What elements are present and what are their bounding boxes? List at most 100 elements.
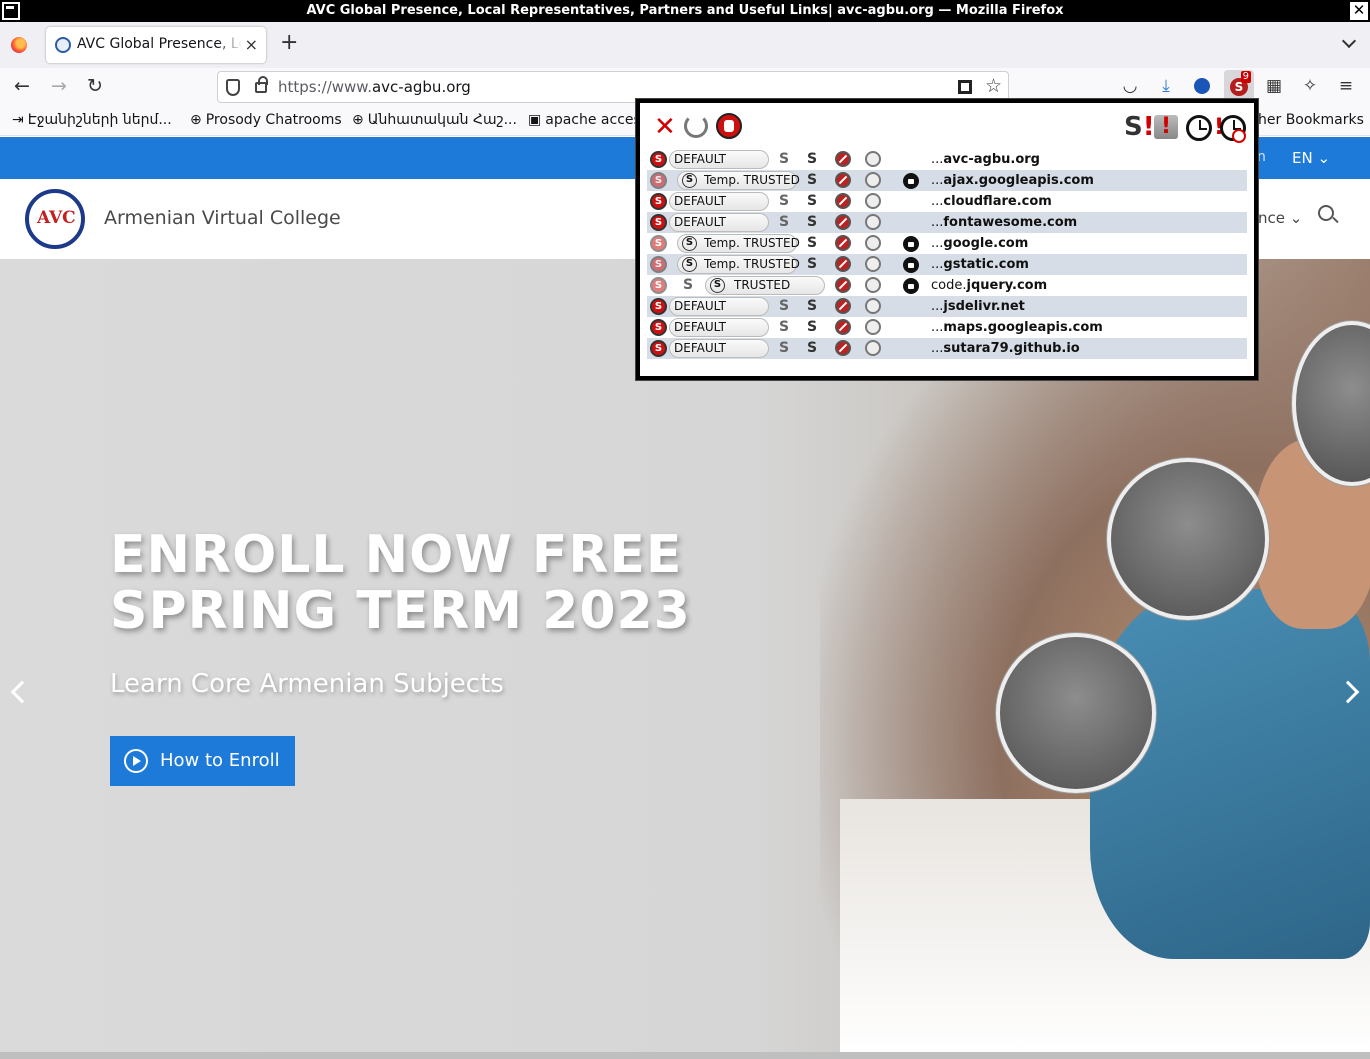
untrusted-preset-icon[interactable]: S	[650, 172, 667, 189]
temp-trusted-preset-icon[interactable]: S	[775, 297, 793, 315]
site-domain[interactable]: ...cloudflare.com	[931, 194, 1052, 209]
site-domain[interactable]: ...avc-agbu.org	[931, 152, 1040, 167]
noscript-toolbar-button[interactable]: S 9	[1224, 70, 1254, 102]
untrusted-preset-icon[interactable]: S	[650, 298, 667, 315]
trusted-preset-icon[interactable]: S	[803, 171, 821, 189]
forward-button[interactable]: →	[51, 76, 67, 96]
trusted-preset-icon[interactable]: S	[803, 192, 821, 210]
blocked-preset-icon[interactable]	[835, 340, 851, 356]
custom-preset-icon[interactable]	[865, 193, 881, 209]
custom-preset-icon[interactable]	[865, 319, 881, 335]
url-input[interactable]: https://www.avc-agbu.org	[278, 78, 471, 96]
list-all-tabs-icon[interactable]	[1341, 33, 1357, 49]
tab-close-icon[interactable]: ×	[245, 35, 258, 54]
preset-default-pill[interactable]: DEFAULT	[669, 318, 769, 337]
preset-default-pill[interactable]: DEFAULT	[669, 192, 769, 211]
disable-restrictions-globally-icon[interactable]: S!	[1124, 113, 1155, 141]
window-close-button[interactable]: ✕	[1350, 2, 1368, 20]
custom-preset-icon[interactable]	[865, 277, 881, 293]
blocked-preset-icon[interactable]	[835, 172, 851, 188]
preset-default-pill[interactable]: DEFAULT	[669, 297, 769, 316]
temp-trusted-preset-icon[interactable]: S	[775, 213, 793, 231]
blocked-preset-icon[interactable]	[835, 277, 851, 293]
blocked-preset-icon[interactable]	[835, 193, 851, 209]
other-bookmarks[interactable]: her Bookmarks	[1258, 112, 1364, 128]
site-domain[interactable]: ...fontawesome.com	[931, 215, 1077, 230]
trusted-preset-icon[interactable]: S	[803, 318, 821, 336]
trusted-preset-icon[interactable]: S	[803, 255, 821, 273]
app-menu-button[interactable]: ≡	[1336, 76, 1356, 96]
custom-preset-icon[interactable]	[865, 172, 881, 188]
back-button[interactable]: ←	[14, 76, 30, 96]
site-domain[interactable]: ...google.com	[931, 236, 1028, 251]
blocked-preset-icon[interactable]	[835, 235, 851, 251]
bookmark-apache[interactable]: ▣ apache access	[528, 112, 648, 128]
preset-default-pill[interactable]: DEFAULT	[669, 213, 769, 232]
horizontal-scrollbar[interactable]	[0, 1052, 1370, 1059]
trusted-preset-icon[interactable]: S	[803, 234, 821, 252]
qr-code-icon[interactable]	[958, 80, 972, 94]
temp-trusted-preset-icon[interactable]: S	[775, 318, 793, 336]
untrusted-preset-icon[interactable]: S	[650, 319, 667, 336]
tracking-protection-shield-icon[interactable]	[226, 79, 240, 96]
temp-trusted-preset-icon[interactable]: S	[775, 150, 793, 168]
preset-trusted-pill[interactable]: S TRUSTED	[705, 276, 825, 295]
trusted-preset-icon[interactable]: S	[803, 339, 821, 357]
untrusted-preset-icon[interactable]: S	[650, 277, 667, 294]
untrusted-preset-icon[interactable]: S	[650, 256, 667, 273]
new-tab-button[interactable]: +	[280, 32, 298, 54]
site-domain[interactable]: ...ajax.googleapis.com	[931, 173, 1094, 188]
reload-button[interactable]: ↻	[87, 76, 103, 96]
bookmark-personal[interactable]: ⊕ Անհատական Հաշ...	[352, 112, 517, 128]
site-domain[interactable]: code.jquery.com	[931, 278, 1047, 293]
window-menu-button[interactable]	[2, 2, 20, 20]
custom-preset-icon[interactable]	[865, 340, 881, 356]
tab-active[interactable]: AVC Global Presence, Local Representativ…	[46, 27, 266, 63]
bookmark-star-icon[interactable]: ☆	[985, 75, 1002, 97]
temp-trust-page-clock-icon[interactable]	[1186, 115, 1212, 141]
preset-temp-trusted-pill[interactable]: S Temp. TRUSTED	[677, 171, 800, 190]
disable-restrictions-tab-icon[interactable]: !	[1154, 115, 1178, 139]
blocked-preset-icon[interactable]	[835, 298, 851, 314]
preset-temp-trusted-pill[interactable]: S Temp. TRUSTED	[677, 255, 800, 274]
trusted-preset-icon[interactable]: S	[803, 297, 821, 315]
bookmark-prosody[interactable]: ⊕ Prosody Chatrooms	[190, 112, 342, 128]
untrusted-preset-icon[interactable]: S	[650, 151, 667, 168]
blocked-preset-icon[interactable]	[835, 256, 851, 272]
pocket-icon[interactable]: ◡	[1120, 76, 1140, 96]
extension-blue-icon[interactable]	[1192, 76, 1212, 96]
trusted-preset-icon[interactable]: S	[803, 150, 821, 168]
untrusted-preset-icon[interactable]: S	[650, 193, 667, 210]
temp-trusted-preset-icon[interactable]: S	[775, 339, 793, 357]
noscript-options-icon[interactable]	[716, 113, 742, 139]
preset-default-pill[interactable]: DEFAULT	[669, 339, 769, 358]
blocked-preset-icon[interactable]	[835, 151, 851, 167]
site-lock-icon[interactable]	[255, 76, 268, 93]
downloads-icon[interactable]: ⤓	[1156, 76, 1176, 96]
untrusted-preset-icon[interactable]: S	[650, 235, 667, 252]
preset-temp-trusted-pill[interactable]: S Temp. TRUSTED	[677, 234, 800, 253]
bookmark-import[interactable]: ⇥ Էջանիշների ներմ...	[12, 112, 172, 128]
untrusted-preset-icon[interactable]: S	[650, 214, 667, 231]
untrusted-preset-icon[interactable]: S	[650, 340, 667, 357]
site-name[interactable]: Armenian Virtual College	[104, 207, 341, 229]
how-to-enroll-button[interactable]: How to Enroll	[110, 736, 295, 786]
site-domain[interactable]: ...maps.googleapis.com	[931, 320, 1103, 335]
custom-preset-icon[interactable]	[865, 235, 881, 251]
search-icon[interactable]	[1318, 205, 1334, 221]
trusted-preset-icon[interactable]: S	[803, 213, 821, 231]
custom-preset-icon[interactable]	[865, 256, 881, 272]
site-domain[interactable]: ...jsdelivr.net	[931, 299, 1025, 314]
site-domain[interactable]: ...gstatic.com	[931, 257, 1029, 272]
site-domain[interactable]: ...sutara79.github.io	[931, 341, 1080, 356]
temp-trusted-preset-icon[interactable]: S	[775, 192, 793, 210]
temp-trusted-preset-icon[interactable]: S	[679, 276, 697, 294]
puzzle-icon[interactable]: ✧	[1300, 76, 1320, 96]
custom-preset-icon[interactable]	[865, 298, 881, 314]
preset-default-pill[interactable]: DEFAULT	[669, 150, 769, 169]
blocked-preset-icon[interactable]	[835, 214, 851, 230]
language-selector[interactable]: EN ⌄	[1292, 149, 1330, 167]
extensions-grid-icon[interactable]: ▦	[1264, 76, 1284, 96]
nav-menu-partial[interactable]: nce ⌄	[1258, 209, 1302, 227]
top-link-partial[interactable]: n	[1257, 149, 1266, 165]
